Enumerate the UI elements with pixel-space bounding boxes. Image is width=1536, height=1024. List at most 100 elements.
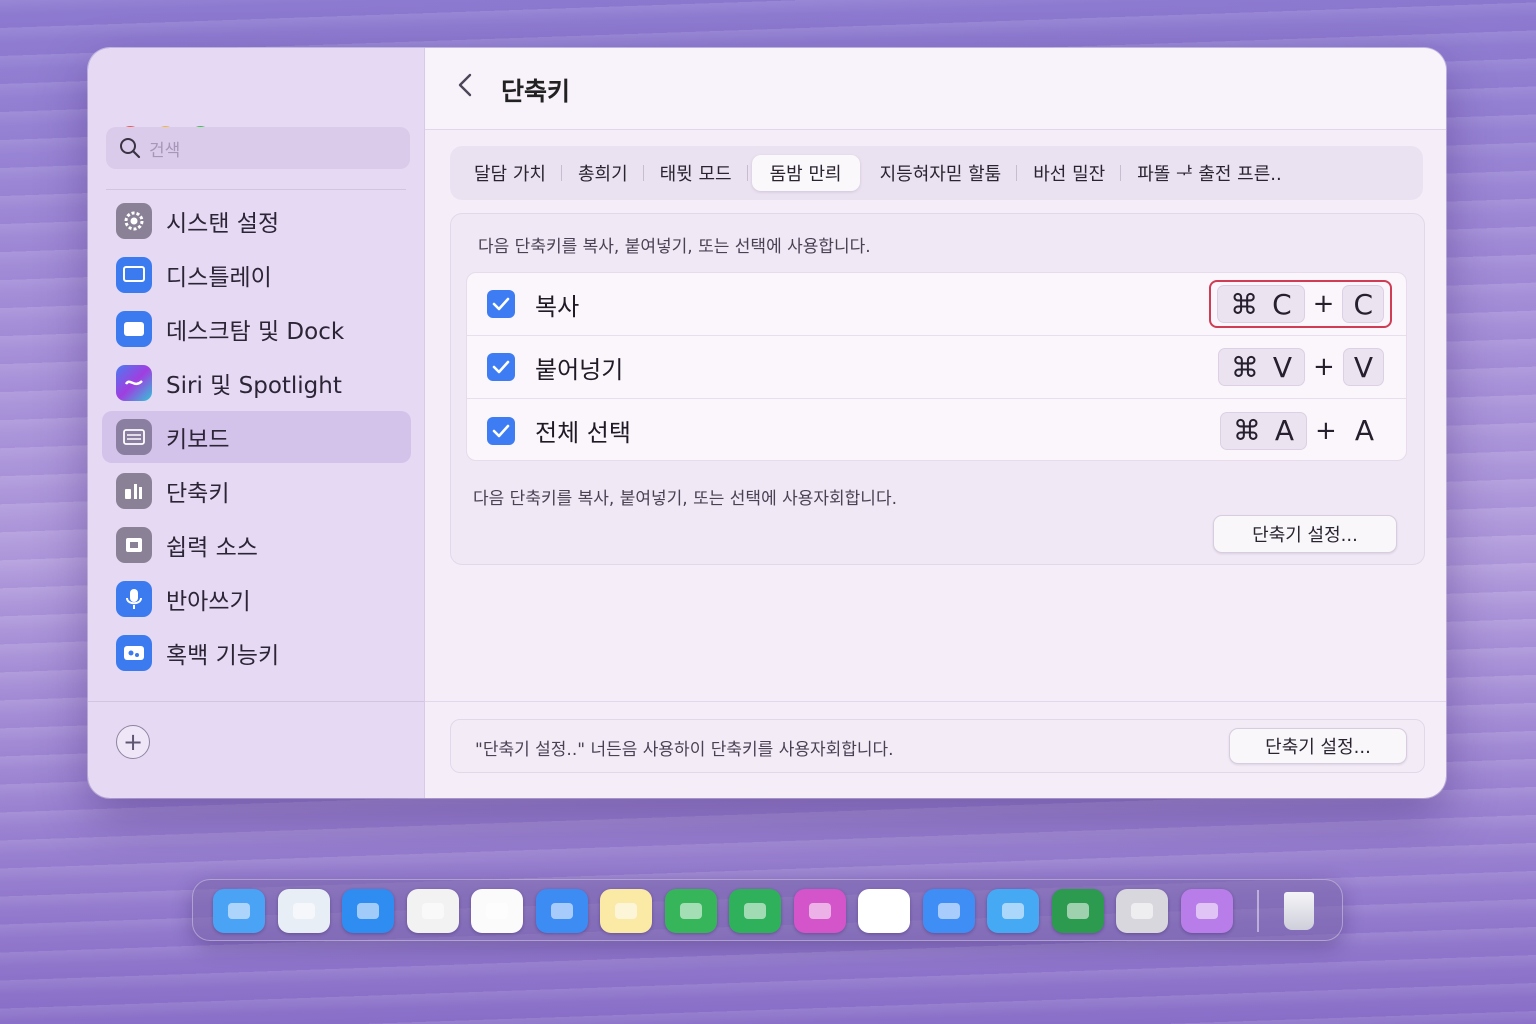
keynote-icon[interactable] xyxy=(793,889,846,933)
sidebar-item-display[interactable]: 디스틀레이 xyxy=(102,249,411,301)
shortcut-alt-key: A xyxy=(1354,414,1374,447)
add-button[interactable]: + xyxy=(116,725,150,759)
sidebar-item-dictation[interactable]: 반아쓰기 xyxy=(102,573,411,625)
shortcut-key-combo: ⌘ C xyxy=(1217,285,1305,323)
plus-icon: + xyxy=(122,728,144,756)
sidebar-item-system-settings[interactable]: 시스탠 설정 xyxy=(102,195,411,247)
paste-shortcut-field[interactable]: ⌘ V + V xyxy=(1217,347,1384,387)
copy-shortcut-field[interactable]: ⌘ C + C xyxy=(1209,280,1392,328)
shortcut-key: V xyxy=(1272,350,1293,384)
footer-box: "단축기 설정.." 너든음 사용하이 단축키를 사용자회합니다. 단축기 설정… xyxy=(450,719,1425,773)
shortcut-key-combo: ⌘ A xyxy=(1219,411,1308,450)
shortcut-row-select-all: 전체 선택 ⌘ A + A xyxy=(467,399,1406,460)
checkmark-icon xyxy=(492,360,510,374)
settings-window: 건색 시스탠 설정 디스틀레이 데스크탐 및 Dock Siri 및 Spotl… xyxy=(88,48,1446,798)
preview-icon[interactable] xyxy=(277,889,330,933)
sidebar-item-input-sources[interactable]: 쉽력 소스 xyxy=(102,519,411,571)
reminders-icon[interactable] xyxy=(922,889,975,933)
toggle-app-icon[interactable] xyxy=(1180,889,1233,933)
sidebar-bottom-divider xyxy=(88,701,424,702)
sidebar-list: 시스탠 설정 디스틀레이 데스크탐 및 Dock Siri 및 Spotligh… xyxy=(102,195,411,681)
shortcut-alt-key: C xyxy=(1342,285,1384,323)
back-chevron-icon[interactable] xyxy=(455,70,475,108)
checkmark-icon xyxy=(492,297,510,311)
sidebar-item-label: 디스틀레이 xyxy=(166,265,272,291)
input-source-icon xyxy=(116,527,152,563)
sidebar-item-siri-spotlight[interactable]: Siri 및 Spotlight xyxy=(102,357,411,409)
copy-checkbox[interactable] xyxy=(487,290,515,318)
finder-icon[interactable] xyxy=(213,889,265,933)
shortcut-key-combo: ⌘ V xyxy=(1217,348,1306,386)
shortcut-panel: 다음 단축키를 복사, 붙여넣기, 또는 선택에 사용합니다. 복사 ⌘ C + xyxy=(450,213,1425,565)
paste-checkbox[interactable] xyxy=(487,353,515,381)
shortcuts-icon xyxy=(116,473,152,509)
main-pane: 단축키 달담 가치 총희기 태뮛 모드 돔밤 만릐 지등혀자믿 할툼 바선 밀잔… xyxy=(425,48,1446,798)
mail-icon[interactable] xyxy=(535,889,588,933)
tab-6[interactable]: 파똘 ᅷ 출전 프른.. xyxy=(1121,155,1298,191)
chrome-icon[interactable] xyxy=(406,889,459,933)
dock xyxy=(192,879,1343,941)
sidebar-item-desktop-dock[interactable]: 데스크탐 및 Dock xyxy=(102,303,411,355)
shortcut-key: A xyxy=(1274,414,1295,447)
notes-icon[interactable] xyxy=(600,889,652,933)
siri-icon xyxy=(116,365,152,401)
tasks-icon[interactable] xyxy=(987,889,1039,933)
dock-icon xyxy=(116,311,152,347)
disk-utility-icon[interactable] xyxy=(1116,889,1168,933)
sidebar-item-label: 혹백 기능키 xyxy=(166,643,280,669)
numbers-icon[interactable] xyxy=(729,889,781,933)
sidebar-item-label: 반아쓰기 xyxy=(166,589,251,615)
sidebar-item-label: 시스탠 설정 xyxy=(166,211,280,237)
search-placeholder: 건색 xyxy=(149,140,181,161)
photos-icon[interactable] xyxy=(471,889,523,933)
shortcut-label: 전체 선택 xyxy=(535,419,631,447)
display-icon xyxy=(116,257,152,293)
page-title: 단축키 xyxy=(501,77,571,106)
shortcut-alt-key: V xyxy=(1342,348,1384,386)
footer-divider xyxy=(425,701,1446,702)
excel-icon[interactable] xyxy=(1051,889,1104,933)
plus-separator: + xyxy=(1313,352,1335,382)
trash-icon[interactable] xyxy=(1273,889,1325,933)
panel-description-secondary: 다음 단축키를 복사, 붙여넣기, 또는 선택에 사용자회합니다. xyxy=(473,489,897,509)
sidebar-item-label: 데스크탐 및 Dock xyxy=(166,319,345,345)
tab-3-active[interactable]: 돔밤 만릐 xyxy=(751,155,860,191)
shortcut-settings-button[interactable]: 단축기 설정... xyxy=(1213,515,1397,553)
tab-5[interactable]: 바선 밀잔 xyxy=(1017,155,1122,191)
sidebar-item-function-keys[interactable]: 혹백 기능키 xyxy=(102,627,411,679)
sidebar-divider xyxy=(106,189,406,190)
sidebar-item-label: Siri 및 Spotlight xyxy=(166,373,342,399)
safari-icon[interactable] xyxy=(342,889,394,933)
tab-0[interactable]: 달담 가치 xyxy=(458,155,562,191)
command-icon: ⌘ xyxy=(1230,287,1259,321)
select-all-shortcut-field[interactable]: ⌘ A + A xyxy=(1219,411,1384,451)
sidebar-item-label: 단축키 xyxy=(166,481,230,507)
command-icon: ⌘ xyxy=(1232,414,1261,447)
keyboard-icon xyxy=(116,419,152,455)
tab-1[interactable]: 총희기 xyxy=(562,155,644,191)
select-all-checkbox[interactable] xyxy=(487,416,515,445)
plus-separator: + xyxy=(1312,289,1335,319)
shortcut-key: C xyxy=(1272,287,1292,321)
checkmark-icon xyxy=(492,424,510,437)
shortcut-row-paste: 붙어넝기 ⌘ V + V xyxy=(467,336,1406,399)
sidebar: 건색 시스탠 설정 디스틀레이 데스크탐 및 Dock Siri 및 Spotl… xyxy=(88,48,425,798)
sidebar-item-label: 키보드 xyxy=(166,427,230,453)
command-icon: ⌘ xyxy=(1230,350,1259,384)
sidebar-item-shortcuts[interactable]: 단축키 xyxy=(102,465,411,517)
search-field[interactable]: 건색 xyxy=(106,127,410,169)
shortcut-list: 복사 ⌘ C + C 붙어넝기 ⌘ V + V 전체 선택 ⌘ A + A xyxy=(466,272,1407,461)
sidebar-item-keyboard[interactable]: 키보드 xyxy=(102,411,411,463)
panel-description: 다음 단축키를 복사, 붙여넣기, 또는 선택에 사용합니다. xyxy=(478,237,871,257)
function-keys-icon xyxy=(116,635,152,671)
dock-separator xyxy=(1257,890,1259,932)
footer-shortcut-settings-button[interactable]: 단축기 설정... xyxy=(1229,728,1407,764)
footer-text: "단축기 설정.." 너든음 사용하이 단축키를 사용자회합니다. xyxy=(475,740,894,760)
tab-4[interactable]: 지등혀자믿 할툼 xyxy=(864,155,1018,191)
books-icon[interactable] xyxy=(664,889,717,933)
tab-2[interactable]: 태뮛 모드 xyxy=(644,155,748,191)
microphone-icon xyxy=(116,581,152,617)
sidebar-item-label: 쉽력 소스 xyxy=(166,535,258,561)
messages-icon[interactable] xyxy=(858,889,910,933)
shortcut-row-copy: 복사 ⌘ C + C xyxy=(467,273,1406,336)
